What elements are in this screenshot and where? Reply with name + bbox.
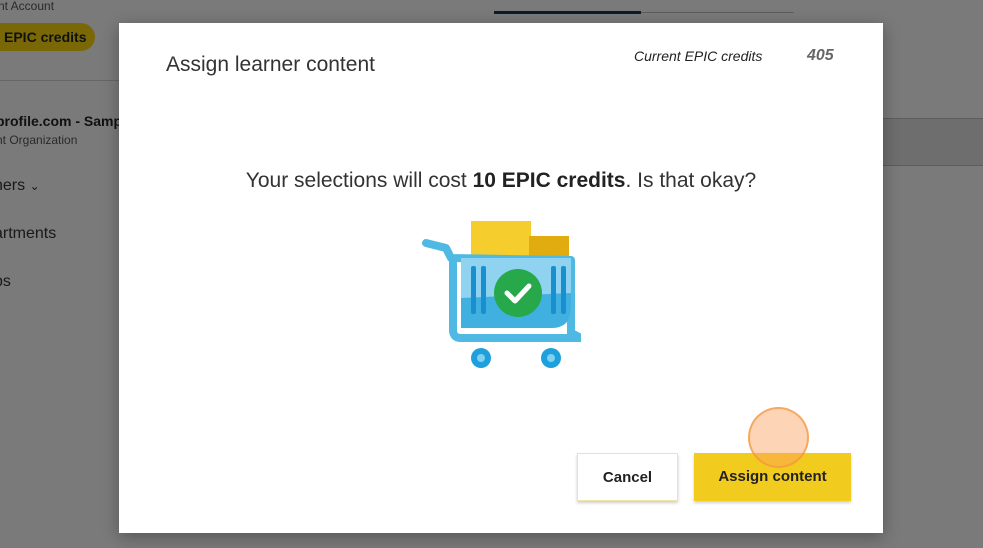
confirmation-message: Your selections will cost 10 EPIC credit… [119, 169, 883, 193]
current-credits-value: 405 [807, 47, 834, 64]
message-prefix: Your selections will cost [245, 169, 473, 192]
shopping-cart-check-icon [422, 221, 581, 368]
cancel-button[interactable]: Cancel [577, 453, 678, 501]
current-credits-label: Current EPIC credits [634, 48, 763, 64]
click-indicator [748, 407, 809, 468]
message-cost: 10 EPIC credits [472, 169, 626, 192]
dialog-title: Assign learner content [166, 53, 375, 76]
message-suffix: . Is that okay? [625, 169, 757, 192]
